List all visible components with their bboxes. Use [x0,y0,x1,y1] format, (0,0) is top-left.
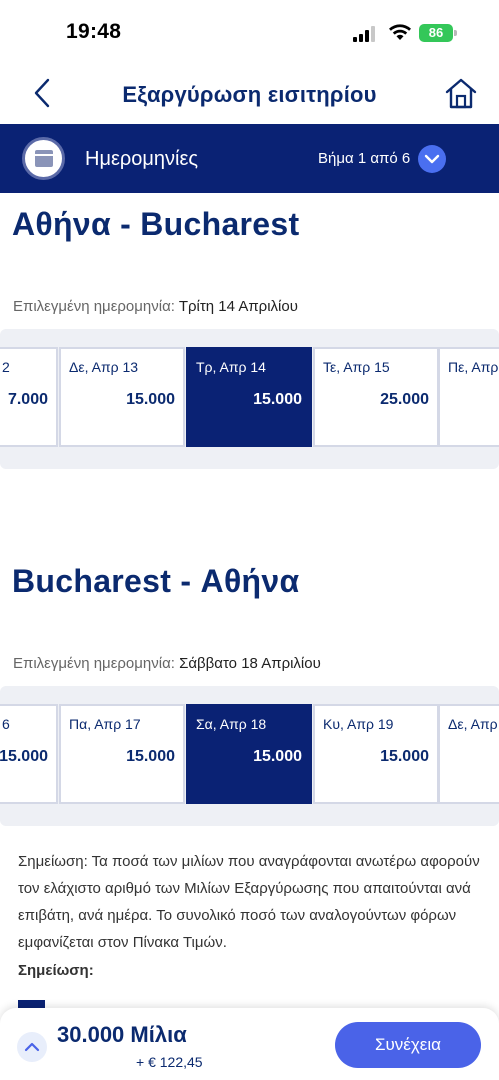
date-label: Δε, Απρ 13 [69,359,139,375]
inbound-date-strip[interactable]: 6 15.000 Πα, Απρ 17 15.000 Σα, Απρ 18 15… [0,686,499,826]
date-miles: 15.000 [253,391,302,408]
battery-cap [454,30,457,36]
date-miles: 15.000 [253,748,302,765]
selected-date-label: Επιλεγμένη ημερομηνία: [13,655,175,672]
date-cell[interactable]: Δε, Απρ 13 15.000 [59,347,185,447]
date-miles: 25.000 [380,391,429,408]
date-miles: 15.000 [126,391,175,408]
date-label: Τρ, Απρ 14 [196,359,266,375]
inbound-route-title: Bucharest - Αθήνα [12,563,300,599]
selected-date-value: Σάββατο 18 Απριλίου [179,655,321,672]
chevron-up-icon [24,1042,40,1052]
wifi-icon [389,24,411,40]
total-fees: + € 122,45 [136,1054,203,1070]
date-miles: 15.000 [0,748,48,765]
date-cell[interactable]: Κυ, Απρ 19 15.000 [313,704,439,804]
date-label: Σα, Απρ 18 [196,716,267,732]
date-cell-selected[interactable]: Τρ, Απρ 14 15.000 [186,347,312,447]
date-label: Κυ, Απρ 19 [323,716,394,732]
date-label: Δε, Απρ [448,716,498,732]
note-label: Σημείωση: [18,962,94,979]
step-progress-bar: Ημερομηνίες Βήμα 1 από 6 [0,124,499,193]
date-miles: 15.000 [380,748,429,765]
battery-level: 86 [428,25,444,40]
date-label: Πε, Απρ [448,359,499,375]
steps-expand-button[interactable] [418,145,446,173]
date-label: Πα, Απρ 17 [69,716,141,732]
date-cell[interactable]: Δε, Απρ [438,704,499,804]
miles-note: Σημείωση: Τα ποσά των μιλίων που αναγράφ… [18,853,480,951]
date-cell[interactable]: 6 15.000 [0,704,58,804]
date-cell[interactable]: Πα, Απρ 17 15.000 [59,704,185,804]
nav-header: Εξαργύρωση εισιτηρίου [0,62,499,124]
home-icon[interactable] [444,76,478,110]
date-label: Τε, Απρ 15 [323,359,390,375]
outbound-route-title: Αθήνα - Bucharest [12,206,300,242]
price-summary-bar: 30.000 Μίλια + € 122,45 Συνέχεια [0,1008,499,1080]
date-cell[interactable]: Πε, Απρ [438,347,499,447]
step-title: Ημερομηνίες [85,148,199,170]
date-label: 6 [2,716,10,732]
date-cell-selected[interactable]: Σα, Απρ 18 15.000 [186,704,312,804]
outbound-selected-date: Επιλεγμένη ημερομηνία: Τρίτη 14 Απριλίου [13,298,298,315]
date-miles: 7.000 [7,391,48,408]
date-miles: 15.000 [126,748,175,765]
total-miles: 30.000 Μίλια [57,1022,187,1047]
selected-date-value: Τρίτη 14 Απριλίου [178,298,298,315]
page-title: Εξαργύρωση εισιτηρίου [122,82,377,107]
outbound-date-strip[interactable]: 2 7.000 Δε, Απρ 13 15.000 Τρ, Απρ 14 15.… [0,329,499,469]
calendar-icon [22,137,65,180]
step-counter: Βήμα 1 από 6 [318,150,411,167]
inbound-selected-date: Επιλεγμένη ημερομηνία: Σάββατο 18 Απριλί… [13,655,321,672]
status-time: 19:48 [66,20,122,43]
status-bar: 19:48 86 [0,0,499,62]
chevron-down-icon [424,154,440,164]
date-label: 2 [2,359,10,375]
continue-button[interactable]: Συνέχεια [335,1022,481,1068]
selected-date-label: Επιλεγμένη ημερομηνία: [13,298,175,315]
battery-icon: 86 [419,24,453,42]
date-cell[interactable]: Τε, Απρ 15 25.000 [313,347,439,447]
summary-expand-button[interactable] [17,1032,47,1062]
signal-icon [353,26,379,42]
date-cell[interactable]: 2 7.000 [0,347,58,447]
